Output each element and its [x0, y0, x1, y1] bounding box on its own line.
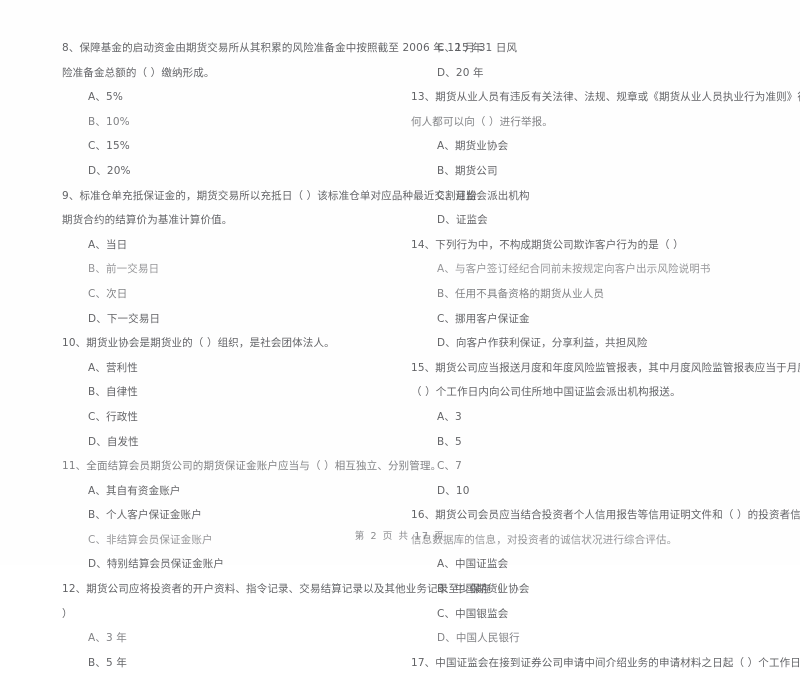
answer-option: C、15 年 — [437, 42, 483, 54]
answer-option: D、20% — [88, 164, 131, 177]
question-line: 13、期货从业人员有违反有关法律、法规、规章或《期货从业人员执业行为准则》行为的… — [411, 91, 800, 104]
question-continuation-line: ） — [62, 607, 73, 620]
answer-option: A、5% — [88, 91, 123, 104]
answer-option: B、任用不具备资格的期货从业人员 — [437, 287, 605, 300]
question-line: 11、全面结算会员期货公司的期货保证金账户应当与（ ）相互独立、分别管理。 — [62, 460, 442, 473]
answer-option: D、下一交易日 — [88, 312, 161, 325]
answer-option: C、行政性 — [88, 410, 139, 423]
answer-option: D、20 年 — [437, 66, 484, 79]
right-text-column: C、15 年 D、20 年 13、期货从业人员有违反有关法律、法规、规章或《期货从业… — [411, 36, 800, 669]
question-continuation-line: 何人都可以向（ ）进行举报。 — [411, 115, 553, 128]
answer-option: B、自律性 — [88, 386, 138, 399]
answer-option: D、证监会 — [437, 214, 488, 227]
left-text-column: 8、保障基金的启动资金由期货交易所从其积累的风险准备金中按照截至 2006 年 … — [62, 36, 518, 669]
answer-option: A、其自有资金账户 — [88, 484, 181, 497]
answer-option: C、7 — [437, 460, 462, 473]
question-line: 17、中国证监会在接到证券公司申请中间介绍业务的申请材料之日起（ ）个工作日内，… — [411, 656, 800, 669]
question-continuation-line: （ ）个工作日内向公司住所地中国证监会派出机构报送。 — [411, 386, 681, 399]
answer-option: C、挪用客户保证金 — [437, 312, 530, 325]
answer-option: C、次日 — [88, 287, 128, 300]
answer-option: A、营利性 — [88, 361, 138, 374]
answer-option: A、与客户签订经纪合同前未按规定向客户出示风险说明书 — [437, 263, 711, 276]
question-line: 9、标准仓单充抵保证金的，期货交易所以充抵日（ ）该标准仓单对应品种最近交割月份 — [62, 189, 478, 202]
question-line: 15、期货公司应当报送月度和年度风险监管报表，其中月度风险监管报表应当于月度终了… — [411, 361, 800, 374]
page-footer: 第 2 页 共 17 页 — [354, 531, 446, 542]
answer-option: B、5 — [437, 435, 462, 448]
answer-option: A、3 — [437, 410, 462, 423]
answer-option: B、5 年 — [88, 656, 127, 669]
answer-option: B、10% — [88, 115, 130, 128]
answer-option: C、中国银监会 — [437, 607, 509, 620]
two-column-body: 8、保障基金的启动资金由期货交易所从其积累的风险准备金中按照截至 2006 年 … — [62, 36, 800, 669]
answer-option: D、向客户作获利保证，分享利益，共担风险 — [437, 337, 648, 350]
answer-option: B、个人客户保证金账户 — [88, 509, 202, 522]
answer-option: C、证监会派出机构 — [437, 189, 530, 202]
answer-option: D、中国人民银行 — [437, 632, 520, 645]
question-line: 16、期货公司会员应当结合投资者个人信用报告等信用证明文件和（ ）的投资者信用风… — [411, 509, 800, 522]
question-line: 12、期货公司应将投资者的开户资料、指令记录、交易结算记录以及其他业务记录至少保… — [62, 583, 502, 596]
answer-option: D、10 — [437, 484, 470, 497]
answer-option: B、期货公司 — [437, 164, 498, 177]
answer-option: A、3 年 — [88, 632, 127, 645]
scanned-page: 8、保障基金的启动资金由期货交易所从其积累的风险准备金中按照截至 2006 年 … — [0, 0, 800, 669]
answer-option: C、15% — [88, 140, 130, 153]
question-continuation-line: 期货合约的结算价为基准计算价值。 — [62, 214, 233, 227]
answer-option: A、当日 — [88, 238, 128, 251]
answer-option: D、自发性 — [88, 435, 139, 448]
answer-option: B、前一交易日 — [88, 263, 160, 276]
question-line: 8、保障基金的启动资金由期货交易所从其积累的风险准备金中按照截至 2006 年 … — [62, 42, 518, 54]
answer-option: A、期货业协会 — [437, 140, 509, 153]
answer-option: B、中国期货业协会 — [437, 583, 530, 596]
question-line: 14、下列行为中，不构成期货公司欺诈客户行为的是（ ） — [411, 238, 684, 251]
question-continuation-line: 险准备金总额的（ ）缴纳形成。 — [62, 66, 215, 79]
question-line: 10、期货业协会是期货业的（ ）组织，是社会团体法人。 — [62, 337, 335, 350]
